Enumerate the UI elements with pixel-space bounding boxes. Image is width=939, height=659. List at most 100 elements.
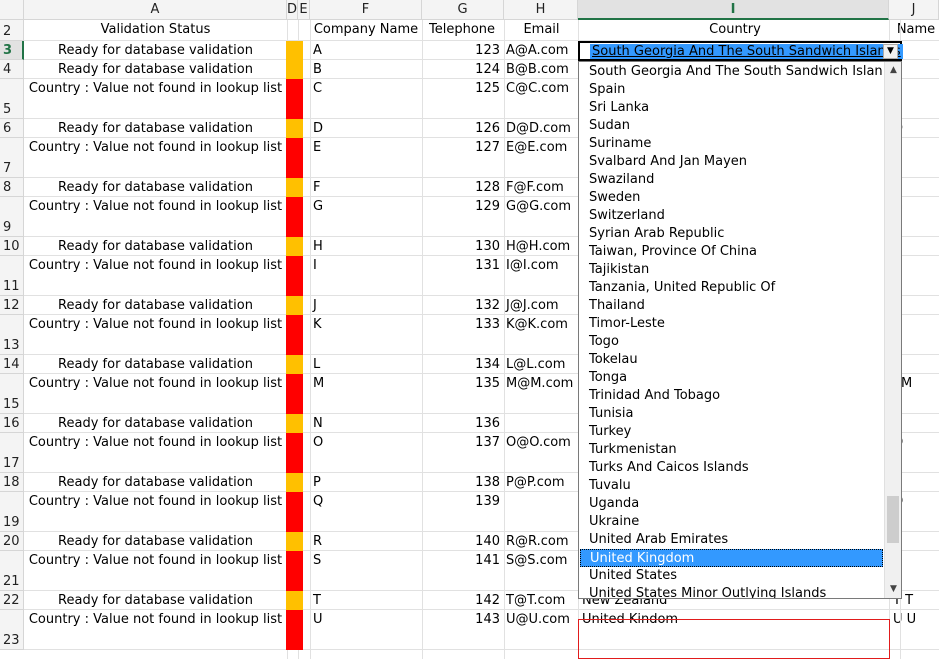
row-header[interactable]: 7 [0,138,24,178]
telephone-cell[interactable]: 137 [422,433,502,453]
error-flag-cell[interactable] [286,197,303,237]
validation-status-cell[interactable]: Ready for database validation [24,532,287,552]
email-cell[interactable]: E@E.com [504,138,579,158]
row-header[interactable]: 9 [0,197,24,237]
ready-flag-cell[interactable] [286,355,303,374]
dropdown-option[interactable]: United States Minor Outlying Islands [580,585,883,598]
validation-status-cell[interactable]: Ready for database validation [24,119,287,139]
validation-status-cell[interactable]: Country : Value not found in lookup list [24,610,287,630]
dropdown-option[interactable]: Switzerland [580,207,883,225]
header-validation-status[interactable]: Validation Status [24,20,287,40]
email-cell[interactable]: I@I.com [504,256,579,276]
company-name-cell[interactable]: F [310,178,422,198]
company-name-cell[interactable]: R [310,532,422,552]
header-telephone[interactable]: Telephone [422,20,502,40]
row-header[interactable]: 8 [0,178,24,197]
telephone-cell[interactable]: 142 [422,591,502,611]
dropdown-option[interactable]: Turks And Caicos Islands [580,459,883,477]
validation-status-cell[interactable]: Country : Value not found in lookup list [24,315,287,335]
column-header-h[interactable]: H [504,0,578,20]
validation-status-cell[interactable]: Country : Value not found in lookup list [24,256,287,276]
row-header[interactable]: 15 [0,374,24,414]
scroll-up-icon[interactable]: ▲ [886,63,901,78]
column-header-i[interactable]: I [578,0,889,20]
dropdown-option[interactable]: Tuvalu [580,477,883,495]
email-cell[interactable]: H@H.com [504,237,579,257]
error-flag-cell[interactable] [286,79,303,119]
active-cell-value[interactable]: South Georgia And The South Sandwich Isl… [590,44,903,59]
row-header[interactable]: 5 [0,79,24,119]
company-name-cell[interactable]: I [310,256,422,276]
dropdown-option[interactable]: Syrian Arab Republic [580,225,883,243]
header-country[interactable]: Country [580,20,890,40]
ready-flag-cell[interactable] [286,591,303,610]
ready-flag-cell[interactable] [286,473,303,492]
company-name-cell[interactable]: C [310,79,422,99]
dropdown-option[interactable]: Tunisia [580,405,883,423]
row-header[interactable]: 19 [0,492,24,532]
email-cell[interactable]: A@A.com [504,41,579,61]
dropdown-option[interactable]: Tanzania, United Republic Of [580,279,883,297]
validation-status-cell[interactable]: Ready for database validation [24,473,287,493]
email-cell[interactable]: M@M.com [504,374,579,394]
row-header[interactable]: 22 [0,591,24,610]
dropdown-option[interactable]: United Kingdom [580,549,883,567]
email-cell[interactable]: L@L.com [504,355,579,375]
validation-status-cell[interactable]: Ready for database validation [24,591,287,611]
row-header[interactable]: 11 [0,256,24,296]
dropdown-option[interactable]: Uganda [580,495,883,513]
dropdown-option[interactable]: South Georgia And The South Sandwich Isl… [580,63,883,81]
email-cell[interactable]: S@S.com [504,551,579,571]
row-header[interactable]: 3 [0,41,24,60]
company-name-cell[interactable]: P [310,473,422,493]
dropdown-option[interactable]: Togo [580,333,883,351]
validation-status-cell[interactable]: Ready for database validation [24,178,287,198]
validation-status-cell[interactable]: Country : Value not found in lookup list [24,197,287,217]
company-name-cell[interactable]: N [310,414,422,434]
error-flag-cell[interactable] [286,315,303,355]
column-header-e[interactable]: E [298,0,310,20]
error-flag-cell[interactable] [286,433,303,473]
telephone-cell[interactable]: 134 [422,355,502,375]
scroll-down-icon[interactable]: ▼ [886,582,901,597]
validation-status-cell[interactable]: Ready for database validation [24,60,287,80]
dropdown-option[interactable]: Svalbard And Jan Mayen [580,153,883,171]
validation-status-cell[interactable]: Ready for database validation [24,237,287,257]
telephone-cell[interactable]: 125 [422,79,502,99]
email-cell[interactable]: J@J.com [504,296,579,316]
company-name-cell[interactable]: A [310,41,422,61]
scrollbar-thumb[interactable] [887,496,899,543]
email-cell[interactable]: K@K.com [504,315,579,335]
ready-flag-cell[interactable] [286,60,303,79]
column-header-f[interactable]: F [310,0,422,20]
company-name-cell[interactable]: M [310,374,422,394]
dropdown-option[interactable]: Sri Lanka [580,99,883,117]
ready-flag-cell[interactable] [286,414,303,433]
telephone-cell[interactable]: 131 [422,256,502,276]
company-name-cell[interactable]: T [310,591,422,611]
email-cell[interactable]: G@G.com [504,197,579,217]
row-header[interactable]: 10 [0,237,24,256]
telephone-cell[interactable]: 124 [422,60,502,80]
telephone-cell[interactable]: 126 [422,119,502,139]
dropdown-option[interactable]: Taiwan, Province Of China [580,243,883,261]
validation-status-cell[interactable]: Ready for database validation [24,41,287,61]
dropdown-option[interactable]: Tonga [580,369,883,387]
dropdown-option[interactable]: Trinidad And Tobago [580,387,883,405]
company-name-cell[interactable]: J [310,296,422,316]
validation-status-cell[interactable]: Country : Value not found in lookup list [24,551,287,571]
error-flag-cell[interactable] [286,374,303,414]
validation-status-cell[interactable]: Country : Value not found in lookup list [24,492,287,512]
dropdown-option[interactable]: United States [580,567,883,585]
row-header[interactable]: 21 [0,551,24,591]
dropdown-option[interactable]: Sweden [580,189,883,207]
dropdown-option[interactable]: Thailand [580,297,883,315]
column-header-g[interactable]: G [422,0,504,20]
telephone-cell[interactable]: 133 [422,315,502,335]
ready-flag-cell[interactable] [286,178,303,197]
error-flag-cell[interactable] [286,256,303,296]
name-cell[interactable]: U U [891,610,939,630]
row-header[interactable]: 17 [0,433,24,473]
company-name-cell[interactable]: O [310,433,422,453]
error-flag-cell[interactable] [286,610,303,650]
